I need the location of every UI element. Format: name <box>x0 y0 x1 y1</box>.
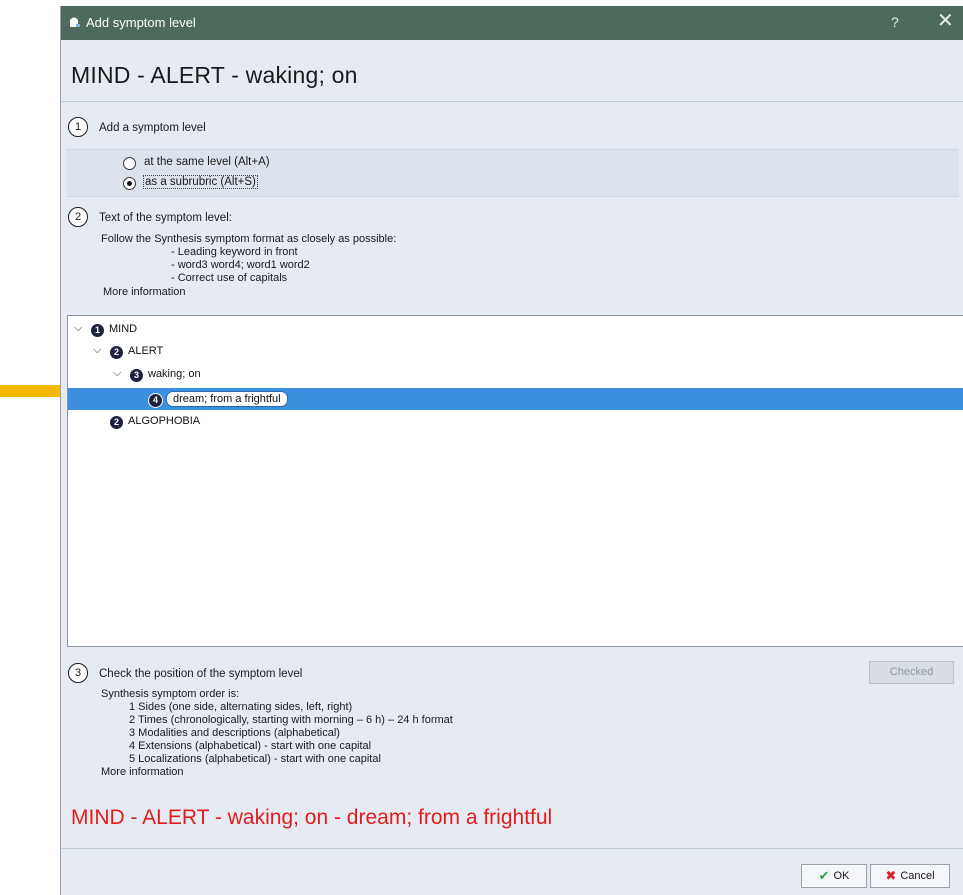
radio-subrubric[interactable] <box>123 177 136 190</box>
tree-node-label: MIND <box>109 323 138 335</box>
format-bullet: - word3 word4; word1 word2 <box>171 259 310 271</box>
level-badge: 4 <box>148 393 163 408</box>
level-badge: 3 <box>130 369 143 382</box>
step-2-label: Text of the symptom level: <box>99 212 232 224</box>
tree-node-selected[interactable]: 4 dream; from a frightful <box>68 388 963 410</box>
tree-node-label: waking; on <box>148 368 201 380</box>
result-symptom-text: MIND - ALERT - waking; on - dream; from … <box>71 806 553 829</box>
ok-button[interactable]: ✔ OK <box>801 864 867 888</box>
step-1-icon: 1 <box>68 117 88 137</box>
step-3-label: Check the position of the symptom level <box>99 668 303 680</box>
app-icon <box>70 17 80 27</box>
level-badge: 2 <box>110 416 123 429</box>
more-information-link[interactable]: More information <box>103 286 186 299</box>
more-information-link[interactable]: More information <box>101 766 184 779</box>
order-item: 1 Sides (one side, alternating sides, le… <box>129 701 353 713</box>
help-button[interactable]: ? <box>891 14 899 30</box>
format-bullet: - Correct use of capitals <box>171 272 288 284</box>
cancel-button[interactable]: ✖ Cancel <box>870 864 950 888</box>
step-3-icon: 3 <box>68 663 88 683</box>
radio-same-level[interactable] <box>123 157 136 170</box>
divider <box>61 848 963 849</box>
format-instruction: Follow the Synthesis symptom format as c… <box>101 233 397 245</box>
order-item: 3 Modalities and descriptions (alphabeti… <box>129 727 340 739</box>
symptom-heading: MIND - ALERT - waking; on <box>71 62 358 88</box>
level-badge: 1 <box>91 324 104 337</box>
tree-node-label: ALERT <box>128 345 164 357</box>
add-symptom-level-dialog: Add symptom level ? ✕ MIND - ALERT - wak… <box>60 6 963 895</box>
symptom-tree[interactable]: ⌵ 1 MIND ⌵ 2 ALERT ⌵ 3 waking; on 4 drea… <box>67 315 963 647</box>
close-button[interactable]: ✕ <box>937 11 954 31</box>
close-icon: ✖ <box>885 868 897 883</box>
ok-button-label: OK <box>833 870 850 882</box>
level-badge: 2 <box>110 346 123 359</box>
cancel-button-label: Cancel <box>900 870 935 882</box>
checked-button[interactable]: Checked <box>869 661 954 684</box>
checkmark-icon: ✔ <box>818 868 830 883</box>
chevron-down-icon[interactable]: ⌵ <box>74 322 82 335</box>
radio-subrubric-label[interactable]: as a subrubric (Alt+S) <box>143 175 258 189</box>
order-item: 4 Extensions (alphabetical) - start with… <box>129 740 372 752</box>
title-bar: Add symptom level ? ✕ <box>61 6 963 40</box>
tree-node[interactable]: ⌵ 1 MIND <box>68 320 963 340</box>
tree-node[interactable]: ⌵ 2 ALERT <box>68 342 963 362</box>
order-item: 5 Localizations (alphabetical) - start w… <box>129 753 381 765</box>
level-options: at the same level (Alt+A) as a subrubric… <box>66 149 959 197</box>
tree-node-label: ALGOPHOBIA <box>128 415 201 427</box>
order-title: Synthesis symptom order is: <box>101 688 240 700</box>
format-bullet: - Leading keyword in front <box>171 246 298 258</box>
new-level-text-input[interactable]: dream; from a frightful <box>166 391 288 407</box>
tree-node[interactable]: 2 ALGOPHOBIA <box>68 412 963 432</box>
divider <box>61 101 963 102</box>
chevron-down-icon[interactable]: ⌵ <box>113 367 121 380</box>
radio-same-level-label[interactable]: at the same level (Alt+A) <box>144 156 270 168</box>
step-2-icon: 2 <box>68 207 88 227</box>
order-item: 2 Times (chronologically, starting with … <box>129 714 453 726</box>
step-1-label: Add a symptom level <box>99 122 206 134</box>
radio-selected-dot <box>127 181 132 186</box>
chevron-down-icon[interactable]: ⌵ <box>93 344 101 357</box>
tree-node[interactable]: ⌵ 3 waking; on <box>68 365 963 385</box>
window-title: Add symptom level <box>86 15 196 30</box>
